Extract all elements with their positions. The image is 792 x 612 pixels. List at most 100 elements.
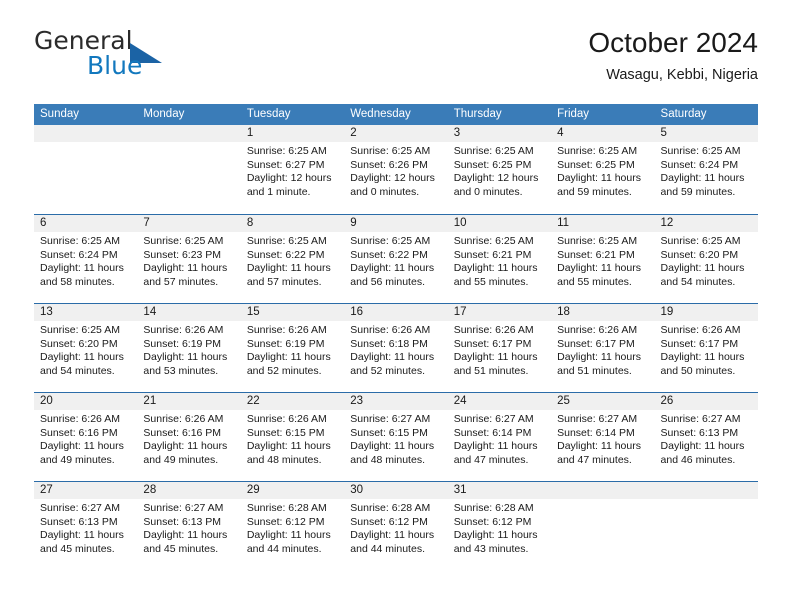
day-details: Sunrise: 6:27 AM Sunset: 6:13 PM Daylight:…: [137, 499, 240, 556]
day-number: 26: [654, 393, 758, 410]
calendar-week-row: 6 Sunrise: 6:25 AM Sunset: 6:24 PM Daylight…: [34, 214, 758, 303]
calendar-day-cell[interactable]: 13 Sunrise: 6:25 AM Sunset: 6:20 PM Dayligh…: [34, 304, 138, 392]
daylight-text: and 52 minutes.: [246, 364, 322, 377]
sunrise-text: Sunrise: 6:27 AM: [453, 413, 534, 425]
calendar-day-cell[interactable]: 19 Sunrise: 6:26 AM Sunset: 6:17 PM Dayligh…: [654, 304, 758, 392]
calendar-day-cell[interactable]: 4 Sunrise: 6:25 AM Sunset: 6:25 PM Daylight…: [551, 125, 655, 214]
calendar-day-cell[interactable]: 28 Sunrise: 6:27 AM Sunset: 6:13 PM Dayligh…: [137, 482, 241, 570]
calendar-day-cell[interactable]: 1 Sunrise: 6:25 AM Sunset: 6:27 PM Daylight…: [240, 125, 345, 214]
calendar-day-cell[interactable]: 16 Sunrise: 6:26 AM Sunset: 6:18 PM Dayligh…: [344, 304, 448, 392]
day-number: 16: [344, 304, 448, 321]
sunrise-text: Sunrise: 6:25 AM: [350, 145, 431, 157]
calendar-day-cell[interactable]: 14 Sunrise: 6:26 AM Sunset: 6:19 PM Dayligh…: [137, 304, 241, 392]
daylight-text: Daylight: 12 hours: [453, 172, 539, 185]
daylight-text: Daylight: 11 hours: [660, 172, 745, 185]
calendar-day-cell[interactable]: 12 Sunrise: 6:25 AM Sunset: 6:20 PM Dayligh…: [654, 215, 758, 303]
day-number: 28: [137, 482, 241, 499]
day-number: 6: [34, 215, 138, 232]
day-number: [137, 125, 241, 142]
sunrise-text: Sunrise: 6:25 AM: [660, 235, 741, 247]
sunrise-text: Sunrise: 6:27 AM: [143, 502, 224, 514]
calendar-week-row: 27 Sunrise: 6:27 AM Sunset: 6:13 PM Dayligh…: [34, 481, 758, 570]
calendar-day-cell[interactable]: 11 Sunrise: 6:25 AM Sunset: 6:21 PM Dayligh…: [551, 215, 655, 303]
calendar-day-cell[interactable]: 29 Sunrise: 6:28 AM Sunset: 6:12 PM Dayligh…: [240, 482, 345, 570]
calendar-day-cell[interactable]: 15 Sunrise: 6:26 AM Sunset: 6:19 PM Dayligh…: [240, 304, 345, 392]
sunrise-text: Sunrise: 6:26 AM: [246, 324, 327, 336]
sunset-text: Sunset: 6:22 PM: [350, 248, 428, 261]
sunset-text: Sunset: 6:18 PM: [350, 337, 428, 350]
day-details: Sunrise: 6:26 AM Sunset: 6:15 PM Daylight:…: [241, 410, 344, 467]
calendar-day-cell[interactable]: 9 Sunrise: 6:25 AM Sunset: 6:22 PM Daylight…: [344, 215, 448, 303]
day-number: 10: [447, 215, 552, 232]
day-number: 1: [240, 125, 345, 142]
day-number: 11: [551, 215, 655, 232]
daylight-text: Daylight: 11 hours: [143, 351, 228, 364]
daylight-text: and 52 minutes.: [350, 364, 425, 377]
day-details: Sunrise: 6:25 AM Sunset: 6:25 PM Daylight:…: [448, 142, 551, 199]
calendar-day-cell[interactable]: 22 Sunrise: 6:26 AM Sunset: 6:15 PM Dayligh…: [240, 393, 345, 481]
daylight-text: Daylight: 11 hours: [143, 529, 228, 542]
calendar-day-cell[interactable]: 23 Sunrise: 6:27 AM Sunset: 6:15 PM Dayligh…: [344, 393, 448, 481]
calendar-day-cell[interactable]: 7 Sunrise: 6:25 AM Sunset: 6:23 PM Daylight…: [137, 215, 241, 303]
day-details: Sunrise: 6:26 AM Sunset: 6:18 PM Daylight:…: [344, 321, 447, 378]
calendar-day-cell[interactable]: 24 Sunrise: 6:27 AM Sunset: 6:14 PM Dayligh…: [447, 393, 552, 481]
day-details: Sunrise: 6:28 AM Sunset: 6:12 PM Daylight:…: [448, 499, 551, 556]
day-number: 9: [344, 215, 448, 232]
sunset-text: Sunset: 6:17 PM: [660, 337, 739, 350]
weekday-header-wednesday: Wednesday: [350, 108, 411, 120]
calendar-day-cell[interactable]: 17 Sunrise: 6:26 AM Sunset: 6:17 PM Dayligh…: [447, 304, 552, 392]
calendar-day-cell[interactable]: 18 Sunrise: 6:26 AM Sunset: 6:17 PM Dayligh…: [551, 304, 655, 392]
sunrise-text: Sunrise: 6:25 AM: [660, 145, 741, 157]
daylight-text: and 59 minutes.: [557, 185, 632, 198]
calendar-day-cell[interactable]: 5 Sunrise: 6:25 AM Sunset: 6:24 PM Daylight…: [654, 125, 758, 214]
calendar-day-cell[interactable]: 2 Sunrise: 6:25 AM Sunset: 6:26 PM Daylight…: [344, 125, 448, 214]
daylight-text: Daylight: 11 hours: [246, 529, 331, 542]
calendar-day-cell[interactable]: 6 Sunrise: 6:25 AM Sunset: 6:24 PM Daylight…: [34, 215, 138, 303]
calendar-day-cell[interactable]: 21 Sunrise: 6:26 AM Sunset: 6:16 PM Dayligh…: [137, 393, 241, 481]
day-number: 27: [34, 482, 138, 499]
calendar-day-cell[interactable]: 30 Sunrise: 6:28 AM Sunset: 6:12 PM Dayligh…: [344, 482, 448, 570]
sunrise-text: Sunrise: 6:28 AM: [453, 502, 534, 514]
daylight-text: and 47 minutes.: [453, 453, 529, 466]
sunrise-text: Sunrise: 6:28 AM: [350, 502, 431, 514]
calendar-day-cell[interactable]: 31 Sunrise: 6:28 AM Sunset: 6:12 PM Dayligh…: [447, 482, 552, 570]
daylight-text: and 51 minutes.: [557, 364, 632, 377]
sunset-text: Sunset: 6:21 PM: [557, 248, 635, 261]
sunset-text: Sunset: 6:25 PM: [557, 158, 635, 171]
calendar-day-cell[interactable]: 20 Sunrise: 6:26 AM Sunset: 6:16 PM Dayligh…: [34, 393, 138, 481]
sunrise-text: Sunrise: 6:27 AM: [40, 502, 120, 514]
daylight-text: Daylight: 11 hours: [246, 351, 331, 364]
day-number: 7: [137, 215, 241, 232]
day-number: 17: [447, 304, 552, 321]
calendar-day-cell[interactable]: 27 Sunrise: 6:27 AM Sunset: 6:13 PM Dayligh…: [34, 482, 138, 570]
daylight-text: and 53 minutes.: [143, 364, 219, 377]
calendar-day-cell[interactable]: 10 Sunrise: 6:25 AM Sunset: 6:21 PM Dayligh…: [447, 215, 552, 303]
calendar-day-cell[interactable]: 25 Sunrise: 6:27 AM Sunset: 6:14 PM Dayligh…: [551, 393, 655, 481]
day-details: Sunrise: 6:25 AM Sunset: 6:22 PM Daylight:…: [344, 232, 447, 289]
sunset-text: Sunset: 6:25 PM: [453, 158, 532, 171]
weekday-header-thursday: Thursday: [453, 108, 502, 120]
day-number: 31: [447, 482, 552, 499]
sunrise-text: Sunrise: 6:25 AM: [557, 235, 638, 247]
day-number: 3: [447, 125, 552, 142]
weekday-header-friday: Friday: [557, 108, 590, 120]
daylight-text: and 55 minutes.: [557, 275, 632, 288]
sunset-text: Sunset: 6:20 PM: [40, 337, 118, 350]
daylight-text: and 55 minutes.: [453, 275, 529, 288]
daylight-text: Daylight: 11 hours: [40, 351, 124, 364]
calendar-day-cell[interactable]: 8 Sunrise: 6:25 AM Sunset: 6:22 PM Daylight…: [240, 215, 345, 303]
daylight-text: and 43 minutes.: [453, 542, 529, 555]
sunrise-text: Sunrise: 6:25 AM: [40, 235, 120, 247]
calendar-day-cell[interactable]: 26 Sunrise: 6:27 AM Sunset: 6:13 PM Dayligh…: [654, 393, 758, 481]
sunrise-text: Sunrise: 6:27 AM: [350, 413, 431, 425]
brand-logo[interactable]: General Blue: [34, 26, 294, 88]
day-number: [654, 482, 758, 499]
day-details: Sunrise: 6:25 AM Sunset: 6:21 PM Daylight:…: [551, 232, 654, 289]
day-details: Sunrise: 6:26 AM Sunset: 6:17 PM Daylight:…: [655, 321, 758, 378]
daylight-text: and 50 minutes.: [660, 364, 736, 377]
daylight-text: Daylight: 11 hours: [453, 440, 538, 453]
day-number: 12: [654, 215, 758, 232]
day-number: 18: [551, 304, 655, 321]
calendar-day-cell[interactable]: 3 Sunrise: 6:25 AM Sunset: 6:25 PM Daylight…: [447, 125, 552, 214]
sunrise-text: Sunrise: 6:26 AM: [557, 324, 638, 336]
